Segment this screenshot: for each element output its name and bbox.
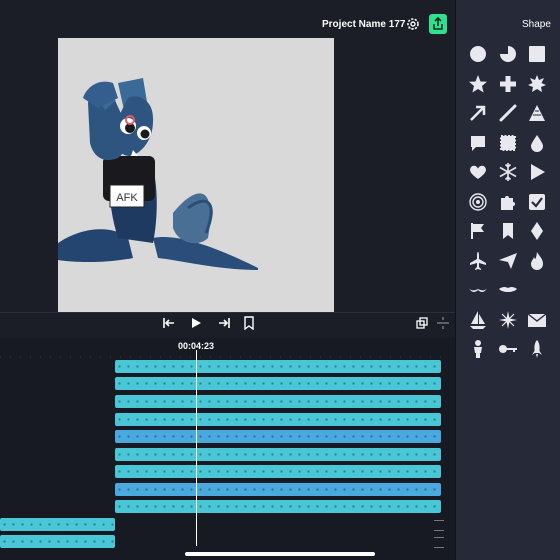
mustache-icon[interactable] <box>468 280 488 300</box>
person-icon[interactable] <box>468 339 488 359</box>
spiral-icon[interactable] <box>468 192 488 212</box>
paper-plane-icon[interactable] <box>498 251 518 271</box>
skip-to-start-icon[interactable] <box>162 316 176 330</box>
split-icon[interactable] <box>436 316 450 330</box>
bookmark-icon[interactable] <box>242 316 256 331</box>
top-bar <box>0 0 455 36</box>
speech-bubble-icon[interactable] <box>468 133 488 153</box>
canvas-divider <box>0 312 455 313</box>
sparkle-icon[interactable] <box>498 310 518 330</box>
track-3[interactable] <box>115 395 441 408</box>
project-title[interactable]: Project Name 177 _ <box>322 19 414 30</box>
track-6[interactable] <box>115 448 441 461</box>
puzzle-icon[interactable] <box>498 192 518 212</box>
snowflake-icon[interactable] <box>498 162 518 182</box>
key-icon[interactable] <box>498 339 518 359</box>
heart-icon[interactable] <box>468 162 488 182</box>
drag-handle-icon[interactable] <box>434 520 444 531</box>
checkmark-icon[interactable] <box>527 192 547 212</box>
line-icon[interactable] <box>498 103 518 123</box>
track-9[interactable] <box>115 500 441 513</box>
canvas-stage[interactable]: AFK <box>58 38 334 312</box>
export-button[interactable] <box>429 14 447 34</box>
track-8[interactable] <box>115 483 441 496</box>
bookmark-icon[interactable] <box>498 221 518 241</box>
timeline-ruler[interactable] <box>0 355 445 359</box>
triangle-icon[interactable] <box>527 103 547 123</box>
flame-icon[interactable] <box>527 251 547 271</box>
skip-to-end-icon[interactable] <box>217 316 231 330</box>
sticker-text: AFK <box>116 192 138 204</box>
drag-handle-icon[interactable] <box>434 537 444 548</box>
diamond-icon[interactable] <box>527 221 547 241</box>
pie-icon[interactable] <box>498 44 518 64</box>
track-4[interactable] <box>115 413 441 426</box>
track-5[interactable] <box>115 430 441 443</box>
starburst-icon[interactable] <box>527 74 547 94</box>
flag-icon[interactable] <box>468 221 488 241</box>
track-2[interactable] <box>115 377 441 390</box>
lips-icon[interactable] <box>498 280 518 300</box>
envelope-icon[interactable] <box>527 310 547 330</box>
drop-icon[interactable] <box>527 133 547 153</box>
panel-title: Shape <box>522 19 551 30</box>
loop-icon[interactable] <box>415 316 429 330</box>
character-drawing[interactable]: AFK <box>58 38 334 312</box>
arrow-icon[interactable] <box>468 103 488 123</box>
track-1[interactable] <box>115 360 441 373</box>
rocket-icon[interactable] <box>527 339 547 359</box>
plus-icon[interactable] <box>498 74 518 94</box>
play-icon[interactable] <box>189 316 203 330</box>
share-icon <box>433 17 443 30</box>
moon-icon[interactable] <box>527 280 547 300</box>
gear-icon[interactable] <box>405 16 421 32</box>
airplane-icon[interactable] <box>468 251 488 271</box>
play-icon[interactable] <box>527 162 547 182</box>
track-11[interactable] <box>0 535 115 548</box>
stamp-icon[interactable] <box>498 133 518 153</box>
square-icon[interactable] <box>527 44 547 64</box>
circle-icon[interactable] <box>468 44 488 64</box>
track-7[interactable] <box>115 465 441 478</box>
sailboat-icon[interactable] <box>468 310 488 330</box>
star-icon[interactable] <box>468 74 488 94</box>
track-10[interactable] <box>0 518 115 531</box>
home-indicator <box>185 552 375 556</box>
playhead[interactable] <box>196 350 197 546</box>
